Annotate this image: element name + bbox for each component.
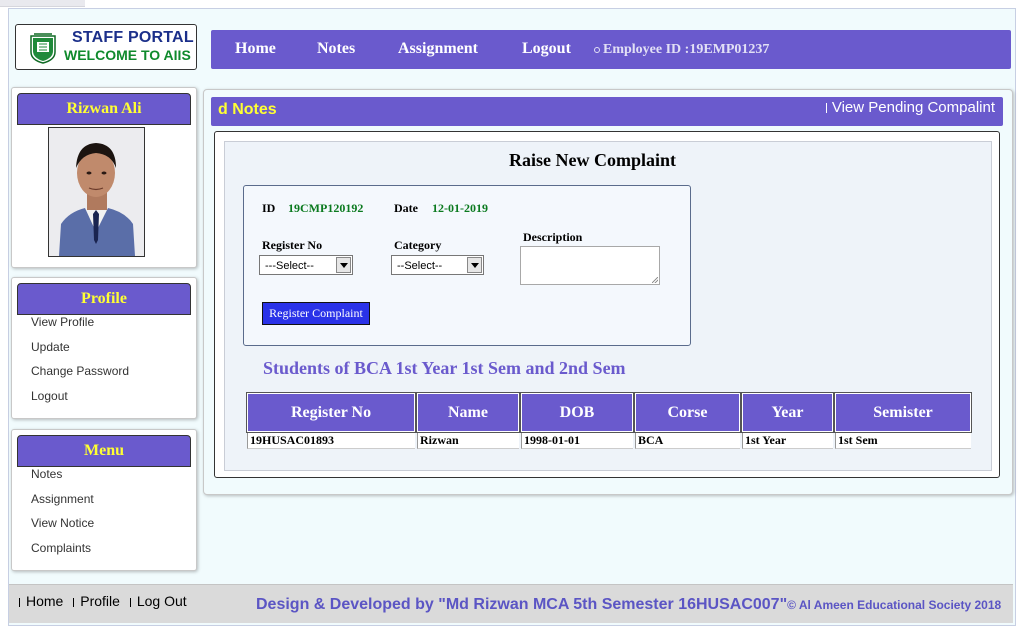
cell-course: BCA [635,432,740,449]
cell-year: 1st Year [742,432,833,449]
complaint-id-label: ID [262,201,276,215]
pending-link-text: View Pending Compalint [831,99,995,116]
register-no-select[interactable]: ---Select-- [259,255,353,275]
cell-name: Rizwan [417,432,519,449]
table-row: 19HUSAC01893 Rizwan 1998-01-01 BCA 1st Y… [247,432,971,449]
bullet-icon [594,46,600,53]
separator [129,597,131,607]
footer-links: Home Profile Log Out [19,593,187,609]
user-panel: Rizwan Ali [11,87,197,268]
main-title-bar: d Notes View Pending Compalint [211,97,1003,126]
register-complaint-button[interactable]: Register Complaint [262,302,370,325]
logo-subtitle: WELCOME TO AIIS [64,47,191,63]
menu-complaints-link[interactable]: Complaints [31,541,94,567]
separator [73,597,75,607]
profile-menu: View Profile Update Change Password Logo… [31,316,129,414]
cell-semester: 1st Sem [835,432,971,449]
site-logo[interactable]: STAFF PORTAL WELCOME TO AIIS [15,24,197,70]
col-name: Name [416,392,520,433]
profile-logout-link[interactable]: Logout [31,389,129,415]
separator [19,597,20,607]
logo-title: STAFF PORTAL [72,29,194,46]
register-no-label: Register No [262,238,323,252]
avatar-photo-icon [49,128,144,256]
side-menu: Notes Assignment View Notice Complaints [31,468,94,566]
complaint-id-value: 19CMP120192 [288,201,364,215]
view-pending-complaint-link[interactable]: View Pending Compalint [825,99,995,116]
profile-change-password-link[interactable]: Change Password [31,365,129,390]
chevron-down-icon [467,257,482,273]
top-navigation: Home Notes Assignment Logout Employee ID… [211,30,1011,69]
col-dob: DOB [520,392,634,433]
page-title: d Notes [218,101,277,118]
menu-panel: Menu Notes Assignment View Notice Compla… [11,429,197,571]
cell-register-no: 19HUSAC01893 [247,432,415,449]
footer-home-link[interactable]: Home [26,593,63,609]
footer-logout-link[interactable]: Log Out [137,593,187,609]
menu-notes-link[interactable]: Notes [31,468,94,493]
employee-id: Employee ID :19EMP01237 [594,42,769,58]
footer-copyright: © Al Ameen Educational Society 2018 [787,598,1002,612]
nav-logout-link[interactable]: Logout [522,40,571,58]
col-course: Corse [634,392,741,433]
table-header-row: Register No Name DOB Corse Year Semister [246,392,972,433]
profile-panel: Profile View Profile Update Change Passw… [11,277,197,419]
chevron-down-icon [336,257,351,273]
profile-update-link[interactable]: Update [31,340,129,366]
footer: Home Profile Log Out Design & Developed … [9,584,1013,623]
user-avatar [48,127,145,257]
form-title: Raise New Complaint [509,150,676,170]
school-emblem-icon [30,33,56,64]
category-selected: --Select-- [397,260,443,272]
footer-profile-link[interactable]: Profile [80,593,120,609]
browser-strip [0,0,85,7]
profile-panel-title: Profile [17,283,191,315]
footer-credit: Design & Developed by "Md Rizwan MCA 5th… [256,596,1001,614]
description-label: Description [523,230,583,244]
separator [825,103,827,114]
category-select[interactable]: --Select-- [391,255,484,275]
col-year: Year [741,392,834,433]
menu-view-notice-link[interactable]: View Notice [31,517,94,542]
category-label: Category [394,238,442,252]
students-table: Register No Name DOB Corse Year Semister… [245,392,973,449]
menu-panel-title: Menu [17,435,191,467]
cell-dob: 1998-01-01 [521,432,633,449]
profile-view-link[interactable]: View Profile [31,316,129,341]
description-textarea[interactable] [520,246,660,285]
col-semester: Semister [834,392,972,433]
employee-id-text: Employee ID :19EMP01237 [603,42,770,57]
user-name: Rizwan Ali [17,93,191,125]
register-no-selected: ---Select-- [265,260,314,272]
col-register-no: Register No [246,392,416,433]
footer-credit-text: Design & Developed by "Md Rizwan MCA 5th… [256,596,788,613]
complaint-date-value: 12-01-2019 [432,201,488,215]
nav-home-link[interactable]: Home [235,40,276,58]
menu-assignment-link[interactable]: Assignment [31,492,94,518]
nav-assignment-link[interactable]: Assignment [398,40,478,58]
students-heading: Students of BCA 1st Year 1st Sem and 2nd… [263,358,626,378]
nav-notes-link[interactable]: Notes [317,40,355,58]
complaint-date-label: Date [394,201,418,215]
